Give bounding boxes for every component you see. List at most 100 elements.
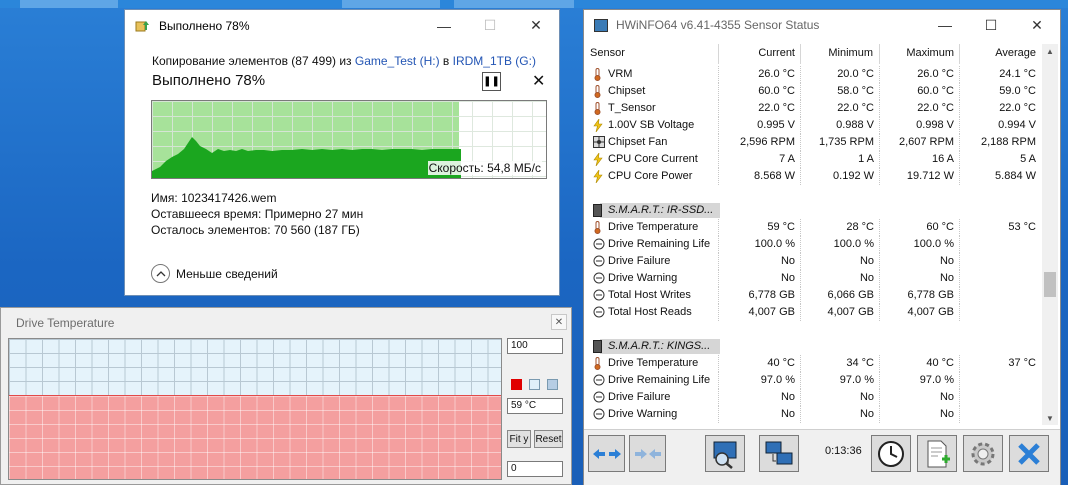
- copy-dialog-titlebar[interactable]: Выполнено 78% — ☐ ✕: [125, 10, 559, 41]
- taskbar-glint: [20, 0, 118, 8]
- sensor-name: CPU Core Power: [608, 170, 693, 182]
- sensor-row[interactable]: Drive Warning No No No: [588, 270, 1046, 287]
- scale-min-box[interactable]: 0: [507, 461, 563, 477]
- sensor-group-row[interactable]: S.M.A.R.T.: KINGS...: [588, 338, 1046, 355]
- expand-button[interactable]: [588, 435, 625, 472]
- column-divider: [879, 219, 880, 236]
- scroll-thumb[interactable]: [1044, 272, 1056, 297]
- column-divider[interactable]: [959, 44, 960, 64]
- reset-button[interactable]: Reset: [534, 430, 563, 448]
- clock-icon: [878, 440, 904, 467]
- sensor-min-value: 20.0 °C: [837, 68, 874, 80]
- column-header[interactable]: Minimum: [828, 47, 873, 59]
- column-header[interactable]: Current: [758, 47, 795, 59]
- grid-color-swatch[interactable]: [547, 379, 558, 390]
- minimize-button[interactable]: —: [421, 10, 467, 41]
- column-divider: [718, 100, 719, 117]
- hwinfo-titlebar[interactable]: HWiNFO64 v6.41-4355 Sensor Status — ☐ ✕: [584, 10, 1060, 40]
- maximize-button[interactable]: ☐: [467, 10, 513, 41]
- copy-description: Копирование элементов (87 499) из Game_T…: [152, 54, 559, 68]
- sensor-row[interactable]: Drive Remaining Life 100.0 % 100.0 % 100.0 …: [588, 236, 1046, 253]
- sensor-max-value: 26.0 °C: [917, 68, 954, 80]
- sensor-row[interactable]: Drive Warning No No No: [588, 406, 1046, 423]
- network-icon: [765, 441, 793, 464]
- sensor-row[interactable]: Drive Temperature 59 °C 28 °C 60 °C 53 °C: [588, 219, 1046, 236]
- name-label: Имя:: [151, 191, 178, 205]
- sensor-cur-value: 6,778 GB: [748, 289, 795, 301]
- cancel-copy-button[interactable]: ✕: [532, 71, 545, 91]
- column-divider[interactable]: [879, 44, 880, 64]
- line-color-swatch[interactable]: [511, 379, 522, 390]
- monitor-search-icon: [713, 441, 737, 469]
- close-button[interactable]: ✕: [1014, 10, 1060, 41]
- sensor-min-value: No: [859, 272, 874, 284]
- sensor-row[interactable]: VRM 26.0 °C 20.0 °C 26.0 °C 24.1 °C: [588, 66, 1046, 83]
- column-divider: [959, 219, 960, 236]
- close-icon: [1018, 442, 1040, 465]
- sensor-row[interactable]: Chipset 60.0 °C 58.0 °C 60.0 °C 59.0 °C: [588, 83, 1046, 100]
- exit-button[interactable]: [1009, 435, 1049, 472]
- temp-window-titlebar[interactable]: Drive Temperature ✕: [1, 308, 571, 338]
- sensor-group-row[interactable]: S.M.A.R.T.: IR-SSD...: [588, 202, 1046, 219]
- sensor-row[interactable]: 1.00V SB Voltage 0.995 V 0.988 V 0.998 V 0.9…: [588, 117, 1046, 134]
- background-color-swatch[interactable]: [529, 379, 540, 390]
- temperature-fill: [9, 396, 501, 479]
- fit-y-button[interactable]: Fit y: [507, 430, 531, 448]
- fan-icon: [593, 136, 605, 149]
- less-details-button[interactable]: Меньше сведений: [151, 264, 278, 283]
- network-button[interactable]: [759, 435, 799, 472]
- column-header[interactable]: Average: [995, 47, 1036, 59]
- summary-button[interactable]: [705, 435, 745, 472]
- column-header[interactable]: Sensor: [590, 47, 625, 59]
- source-link[interactable]: Game_Test (H:): [355, 54, 440, 68]
- collapse-button[interactable]: [629, 435, 666, 472]
- sensor-row[interactable]: Drive Failure No No No: [588, 389, 1046, 406]
- timer-reset-button[interactable]: [871, 435, 911, 472]
- sensor-row[interactable]: Total Host Reads 4,007 GB 4,007 GB 4,007 GB: [588, 304, 1046, 321]
- scroll-down-icon[interactable]: ▼: [1042, 411, 1058, 425]
- sensor-row[interactable]: Chipset Fan 2,596 RPM 1,735 RPM 2,607 RPM 2,…: [588, 134, 1046, 151]
- sensor-row[interactable]: Drive Failure No No No: [588, 253, 1046, 270]
- close-button[interactable]: ✕: [513, 10, 559, 41]
- dest-link[interactable]: IRDM_1TB (G:): [453, 54, 536, 68]
- sensor-min-value: 6,066 GB: [827, 289, 874, 301]
- sensor-max-value: No: [939, 255, 954, 267]
- column-divider: [959, 117, 960, 134]
- maximize-button[interactable]: ☐: [968, 10, 1014, 41]
- sensor-scrollbar[interactable]: ▲ ▼: [1042, 44, 1058, 425]
- sensor-max-value: 0.998 V: [916, 119, 954, 131]
- group-label: S.M.A.R.T.: IR-SSD...: [608, 204, 714, 216]
- column-divider: [879, 236, 880, 253]
- column-divider[interactable]: [718, 44, 719, 64]
- sensor-name: Drive Warning: [608, 272, 678, 284]
- sensor-avg-value: 5 A: [1020, 153, 1036, 165]
- scale-max-box[interactable]: 100: [507, 338, 563, 354]
- sensor-row[interactable]: T_Sensor 22.0 °C 22.0 °C 22.0 °C 22.0 °C: [588, 100, 1046, 117]
- sensor-row[interactable]: Drive Temperature 40 °C 34 °C 40 °C 37 °C: [588, 355, 1046, 372]
- temp-window-close-button[interactable]: ✕: [551, 314, 567, 330]
- pause-button[interactable]: ❚❚: [482, 72, 501, 91]
- sensor-row[interactable]: CPU Core Power 8.568 W 0.192 W 19.712 W 5.88…: [588, 168, 1046, 185]
- sensor-cur-value: No: [780, 255, 795, 267]
- sensor-cur-value: 8.568 W: [754, 170, 795, 182]
- column-divider: [718, 66, 719, 83]
- column-header[interactable]: Maximum: [906, 47, 954, 59]
- sensor-min-value: 1 A: [858, 153, 874, 165]
- column-divider: [718, 83, 719, 100]
- column-divider: [959, 253, 960, 270]
- sensor-row[interactable]: Drive Remaining Life 97.0 % 97.0 % 97.0 %: [588, 372, 1046, 389]
- minimize-button[interactable]: —: [922, 10, 968, 41]
- logging-button[interactable]: [917, 435, 957, 472]
- sensor-max-value: 19.712 W: [906, 170, 954, 182]
- sensor-row[interactable]: Total Host Writes 6,778 GB 6,066 GB 6,778 G…: [588, 287, 1046, 304]
- sensor-max-value: No: [939, 272, 954, 284]
- sensor-avg-value: 24.1 °C: [999, 68, 1036, 80]
- column-divider[interactable]: [800, 44, 801, 64]
- column-divider: [800, 406, 801, 423]
- sensor-min-value: 28 °C: [846, 221, 874, 233]
- scroll-up-icon[interactable]: ▲: [1042, 44, 1058, 58]
- taskbar-glint: [342, 0, 440, 8]
- sensor-row[interactable]: CPU Core Current 7 A 1 A 16 A 5 A: [588, 151, 1046, 168]
- settings-button[interactable]: [963, 435, 1003, 472]
- sensor-name: Drive Failure: [608, 391, 671, 403]
